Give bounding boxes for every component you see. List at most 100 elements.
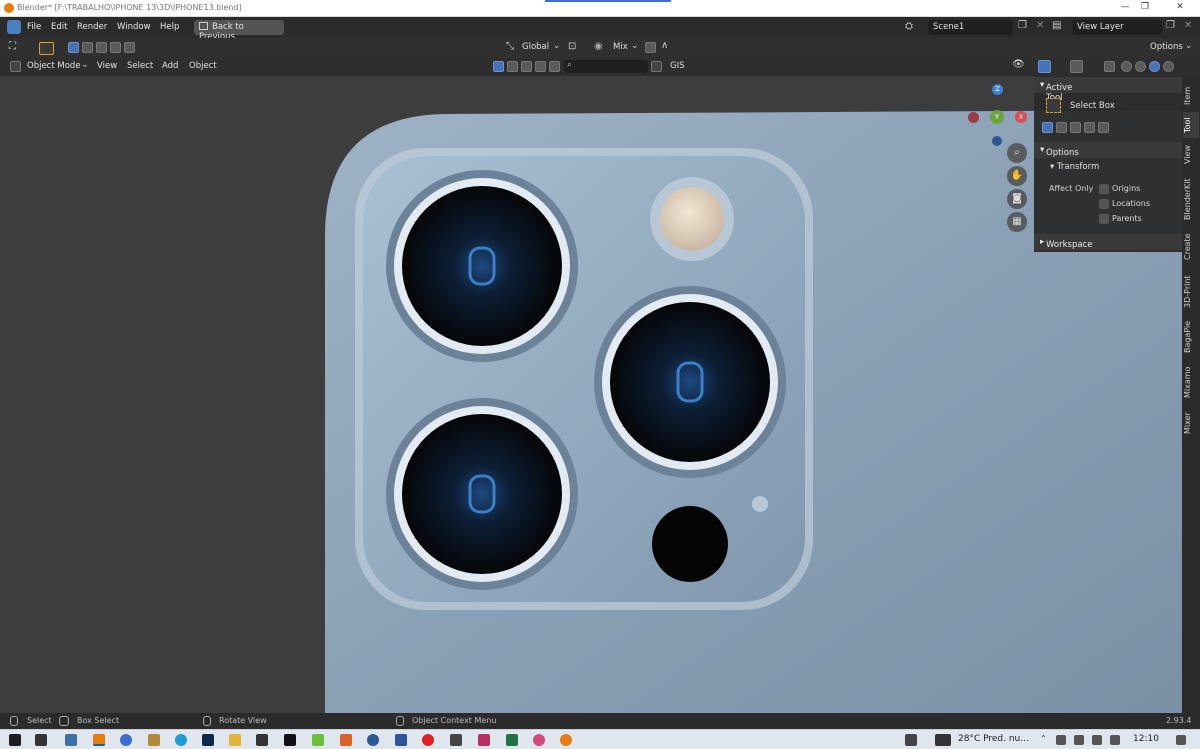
keyboard-icon[interactable]	[935, 734, 951, 746]
youtube-icon[interactable]	[422, 734, 434, 746]
tab-blenderkit[interactable]: BlenderKit	[1183, 174, 1199, 224]
notifications-icon[interactable]	[1176, 735, 1186, 745]
app-1-icon[interactable]	[65, 734, 77, 746]
mode-extend-icon[interactable]	[82, 42, 93, 53]
task-view-icon[interactable]	[35, 734, 47, 746]
file-explorer-icon[interactable]	[229, 734, 241, 746]
new-scene-icon[interactable]: ❐	[1018, 20, 1027, 31]
app-6-icon[interactable]	[367, 734, 379, 746]
wireframe-shading-icon[interactable]	[1121, 61, 1132, 72]
chrome-icon[interactable]	[120, 734, 132, 746]
menu-window[interactable]: Window	[117, 22, 151, 32]
pivot-point-icon[interactable]: ⊡	[568, 41, 576, 52]
menu-object[interactable]: Object	[189, 61, 217, 71]
mode-dropdown[interactable]: Object Mode	[27, 61, 81, 71]
view-layer-icon[interactable]: ▤	[1052, 20, 1061, 31]
pan-hand-icon[interactable]: ✋	[1007, 166, 1027, 186]
start-icon[interactable]	[9, 734, 21, 746]
gizmo-neg-x-axis[interactable]	[968, 112, 979, 123]
volume-icon[interactable]	[1074, 735, 1084, 745]
mode-intersect-icon[interactable]	[124, 42, 135, 53]
app-8-icon[interactable]	[478, 734, 490, 746]
mode-subtract-icon[interactable]	[1070, 122, 1081, 133]
app-2-icon[interactable]	[148, 734, 160, 746]
tab-item[interactable]: Item	[1183, 82, 1199, 110]
tab-3d-print[interactable]: 3D-Print	[1183, 272, 1199, 312]
network-icon[interactable]	[1056, 735, 1066, 745]
tab-bagapie[interactable]: BagaPie	[1183, 318, 1199, 356]
transform-subpanel-header[interactable]: ▾ Transform	[1050, 162, 1099, 172]
tab-tool[interactable]: Tool	[1183, 112, 1199, 138]
solid-shading-icon[interactable]	[1135, 61, 1146, 72]
active-tool-header[interactable]: ▾ Active Tool	[1034, 77, 1182, 103]
gis-tool-1-icon[interactable]	[493, 61, 504, 72]
battery-icon[interactable]	[1092, 735, 1102, 745]
menu-select[interactable]: Select	[127, 61, 153, 71]
app-9-icon[interactable]	[533, 734, 545, 746]
tab-view[interactable]: View	[1183, 142, 1199, 168]
transform-orientation-dropdown[interactable]: Global	[522, 42, 549, 52]
language-icon[interactable]	[1110, 735, 1120, 745]
people-icon[interactable]	[905, 734, 917, 746]
remove-view-layer-icon[interactable]: ✕	[1184, 20, 1192, 31]
gizmo-x-axis[interactable]: X	[1015, 111, 1027, 123]
app-3-icon[interactable]	[256, 734, 268, 746]
tab-mixamo[interactable]: Mixamo	[1183, 362, 1199, 402]
gizmo-neg-z-axis[interactable]	[992, 136, 1002, 146]
gizmo-z-axis[interactable]: Z	[992, 84, 1003, 95]
zoom-icon[interactable]: ⌕	[1007, 143, 1027, 163]
close-button[interactable]: ✕	[1165, 2, 1195, 12]
maximize-button[interactable]: ❐	[1130, 2, 1160, 12]
menu-edit[interactable]: Edit	[51, 22, 67, 32]
options-dropdown[interactable]: Options	[1150, 42, 1183, 52]
app-7-icon[interactable]	[450, 734, 462, 746]
view-layer-field[interactable]: View Layer	[1072, 20, 1162, 35]
options-header[interactable]: ▾ Options	[1034, 142, 1182, 158]
gis-tool-5-icon[interactable]	[549, 61, 560, 72]
material-shading-icon[interactable]	[1149, 61, 1160, 72]
parents-checkbox[interactable]	[1099, 214, 1109, 224]
blender-taskbar-icon[interactable]	[93, 734, 105, 746]
word-icon[interactable]	[395, 734, 407, 746]
origins-checkbox[interactable]	[1099, 184, 1109, 194]
mode-intersect-icon[interactable]	[1098, 122, 1109, 133]
photoshop-icon[interactable]	[202, 734, 214, 746]
overlays-toggle-icon[interactable]	[1070, 60, 1083, 73]
3d-viewport[interactable]: Z Y X ⌕ ✋ ◙ ▦	[0, 76, 1200, 713]
menu-add[interactable]: Add	[162, 61, 178, 71]
snap-target-dropdown[interactable]: Mix	[613, 42, 628, 52]
xray-toggle-icon[interactable]	[1104, 61, 1115, 72]
navigation-gizmo[interactable]: Z Y X	[962, 80, 1032, 150]
select-box-tool-icon[interactable]	[39, 42, 54, 55]
mode-extend-icon[interactable]	[1056, 122, 1067, 133]
tab-mixer[interactable]: Mixer	[1183, 408, 1199, 438]
remove-scene-icon[interactable]: ✕	[1036, 20, 1044, 31]
snap-icon[interactable]: ◉	[594, 41, 603, 52]
edge-icon[interactable]	[175, 734, 187, 746]
menu-help[interactable]: Help	[160, 22, 179, 32]
app-4-icon[interactable]	[284, 734, 296, 746]
menu-view[interactable]: View	[97, 61, 117, 71]
app-5-icon[interactable]	[312, 734, 324, 746]
menu-render[interactable]: Render	[77, 22, 107, 32]
select-box-tool-icon[interactable]	[1046, 98, 1061, 113]
mode-new-icon[interactable]	[1042, 122, 1053, 133]
blender-menu-icon[interactable]	[7, 20, 21, 34]
mode-subtract-icon[interactable]	[96, 42, 107, 53]
back-to-previous-button[interactable]: Back to Previous	[194, 20, 284, 42]
locations-checkbox[interactable]	[1099, 199, 1109, 209]
rendered-shading-icon[interactable]	[1163, 61, 1174, 72]
camera-view-icon[interactable]: ◙	[1007, 189, 1027, 209]
visibility-eye-icon[interactable]: 👁	[1012, 59, 1025, 70]
tab-create[interactable]: Create	[1183, 230, 1199, 264]
gis-menu[interactable]: GIS	[670, 61, 685, 71]
gis-tool-2-icon[interactable]	[507, 61, 518, 72]
perspective-grid-icon[interactable]: ▦	[1007, 212, 1027, 232]
weather-widget[interactable]: 28°C Pred. nu...	[958, 734, 1029, 744]
excel-icon[interactable]	[506, 734, 518, 746]
new-view-layer-icon[interactable]: ❐	[1166, 20, 1175, 31]
mode-difference-icon[interactable]	[1084, 122, 1095, 133]
tray-chevron-icon[interactable]: ⌃	[1040, 734, 1047, 743]
scene-field[interactable]: Scene1	[928, 20, 1013, 35]
gis-dropdown-icon[interactable]	[651, 61, 662, 72]
